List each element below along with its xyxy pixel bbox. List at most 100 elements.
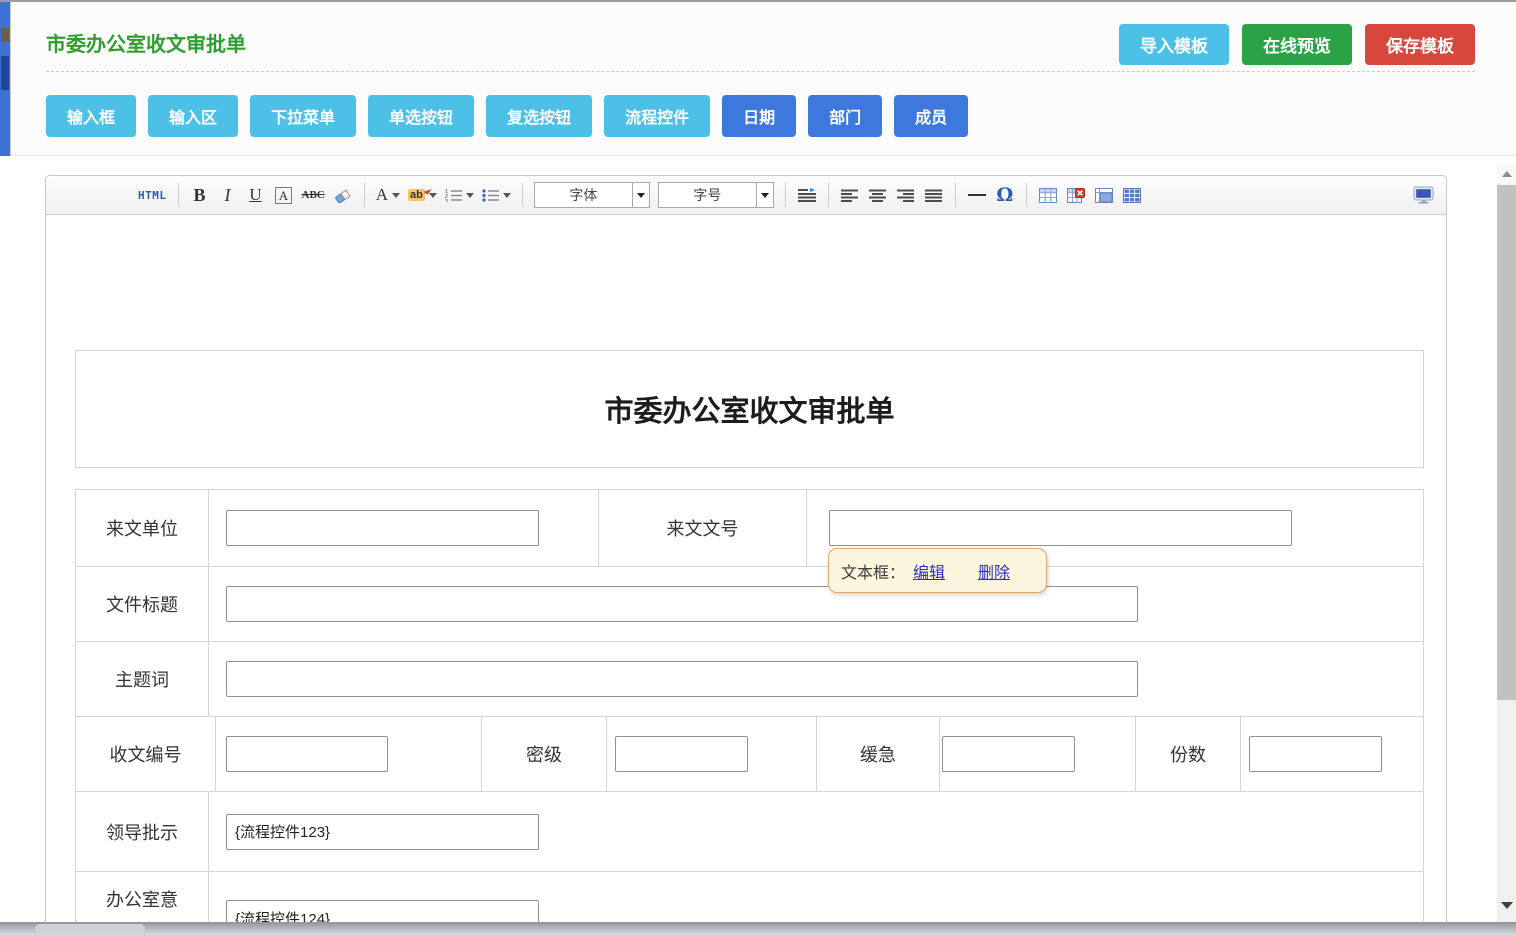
align-left-icon	[841, 189, 858, 202]
ordered-list-icon: 1 2 3	[445, 188, 462, 202]
editor-content[interactable]: 市委办公室收文审批单 来文单位 来文文号 文件标题	[46, 215, 1446, 935]
arrow-up-icon	[1502, 171, 1512, 177]
table-cell-props-icon	[1095, 188, 1113, 203]
preview-online-button[interactable]: 在线预览	[1242, 24, 1352, 65]
leader-comment-label: 领导批示	[76, 792, 209, 871]
keywords-input[interactable]	[226, 661, 1138, 697]
window-top-border	[0, 0, 1516, 2]
form-title: 市委办公室收文审批单	[604, 388, 894, 430]
text-style-icon: A	[275, 187, 292, 204]
urgency-input[interactable]	[942, 736, 1075, 772]
keywords-cell	[209, 642, 1423, 716]
fullscreen-button[interactable]	[1411, 182, 1436, 208]
align-center-button[interactable]	[866, 182, 890, 208]
form-title-cell: 市委办公室收文审批单	[75, 350, 1424, 468]
font-color-icon: A	[376, 185, 388, 205]
doc-title-label: 文件标题	[76, 567, 209, 641]
underline-button[interactable]: U	[244, 182, 268, 208]
toolbar-separator	[178, 183, 179, 207]
select-arrow[interactable]	[756, 183, 773, 207]
merge-cells-icon	[1123, 188, 1141, 203]
text-style-button[interactable]: A	[272, 182, 296, 208]
save-template-button[interactable]: 保存模板	[1365, 24, 1475, 65]
edit-field-link[interactable]: 编辑	[913, 559, 945, 583]
align-justify-button[interactable]	[922, 182, 946, 208]
add-date-button[interactable]: 日期	[722, 95, 796, 137]
add-dropdown-button[interactable]: 下拉菜单	[250, 95, 356, 137]
scroll-down-button[interactable]	[1497, 896, 1516, 914]
toolbar-separator	[522, 183, 523, 207]
strikethrough-button[interactable]: ABC	[300, 182, 327, 208]
source-unit-cell	[209, 490, 599, 566]
merge-cells-button[interactable]	[1120, 182, 1144, 208]
table-row: 领导批示	[76, 792, 1423, 872]
font-size-select[interactable]: 字号	[658, 182, 774, 208]
align-right-button[interactable]	[894, 182, 918, 208]
import-template-button[interactable]: 导入模板	[1119, 24, 1229, 65]
ordered-list-button[interactable]: 1 2 3	[443, 182, 476, 208]
scroll-up-button[interactable]	[1497, 163, 1516, 185]
horizontal-scrollbar[interactable]	[0, 922, 1516, 935]
bold-button[interactable]: B	[188, 182, 212, 208]
add-department-button[interactable]: 部门	[808, 95, 882, 137]
svg-text:3: 3	[445, 199, 448, 202]
leader-comment-flow-input[interactable]	[226, 814, 539, 850]
special-char-button[interactable]: Ω	[993, 182, 1017, 208]
receipt-number-input[interactable]	[226, 736, 388, 772]
indent-button[interactable]	[795, 182, 819, 208]
italic-button[interactable]: I	[216, 182, 240, 208]
scrollbar-thumb[interactable]	[1497, 185, 1516, 700]
add-checkbox-button[interactable]: 复选按钮	[486, 95, 592, 137]
align-left-button[interactable]	[838, 182, 862, 208]
add-textarea-button[interactable]: 输入区	[148, 95, 238, 137]
form-component-buttons: 输入框 输入区 下拉菜单 单选按钮 复选按钮 流程控件 日期 部门 成员	[46, 95, 968, 137]
font-color-button[interactable]: A	[374, 182, 402, 208]
template-actions: 导入模板 在线预览 保存模板	[1119, 24, 1475, 65]
font-family-value: 字体	[535, 185, 632, 205]
insert-table-button[interactable]	[1036, 182, 1060, 208]
urgency-cell	[940, 717, 1136, 791]
copies-input[interactable]	[1249, 736, 1382, 772]
add-input-box-button[interactable]: 输入框	[46, 95, 136, 137]
delete-table-icon	[1067, 188, 1085, 203]
receipt-number-cell	[216, 717, 482, 791]
vertical-scrollbar[interactable]	[1497, 163, 1516, 922]
source-unit-input[interactable]	[226, 510, 539, 546]
add-member-button[interactable]: 成员	[894, 95, 968, 137]
urgency-label: 缓急	[817, 717, 940, 791]
header-panel: 市委办公室收文审批单 导入模板 在线预览 保存模板 输入框 输入区 下拉菜单 单…	[10, 2, 1516, 156]
font-size-value: 字号	[659, 185, 756, 205]
table-cell-props-button[interactable]	[1092, 182, 1116, 208]
table-row: 主题词	[76, 642, 1423, 717]
indent-icon	[798, 188, 816, 202]
doc-title-cell	[209, 567, 1423, 641]
tooltip-label: 文本框：	[841, 559, 905, 583]
highlight-color-button[interactable]: ab	[406, 182, 439, 208]
delete-table-button[interactable]	[1064, 182, 1088, 208]
align-center-icon	[869, 189, 886, 202]
html-source-button[interactable]: HTML	[136, 182, 169, 208]
receipt-number-label: 收文编号	[76, 717, 216, 791]
rich-text-editor: HTML B I U A ABC A ab 1 2	[45, 175, 1447, 935]
secrecy-input[interactable]	[615, 736, 748, 772]
chevron-down-icon	[466, 193, 474, 198]
toolbar-separator	[955, 183, 956, 207]
add-flow-control-button[interactable]: 流程控件	[604, 95, 710, 137]
remove-format-button[interactable]	[331, 182, 355, 208]
add-radio-button[interactable]: 单选按钮	[368, 95, 474, 137]
underline-icon: U	[249, 185, 261, 205]
chevron-down-icon	[761, 193, 769, 198]
copies-cell	[1241, 717, 1423, 791]
unordered-list-button[interactable]	[480, 182, 513, 208]
horizontal-scrollbar-thumb[interactable]	[35, 924, 145, 933]
page-title: 市委办公室收文审批单	[46, 28, 246, 57]
font-family-select[interactable]: 字体	[534, 182, 650, 208]
horizontal-rule-button[interactable]	[965, 182, 989, 208]
fullscreen-monitor-icon	[1413, 186, 1434, 204]
table-row: 收文编号 密级 缓急 份数	[76, 717, 1423, 792]
select-arrow[interactable]	[632, 183, 649, 207]
delete-field-link[interactable]: 删除	[978, 559, 1010, 583]
form-table: 来文单位 来文文号 文件标题	[75, 489, 1424, 935]
arrow-down-icon	[1501, 902, 1513, 909]
doc-number-input[interactable]	[829, 510, 1292, 546]
